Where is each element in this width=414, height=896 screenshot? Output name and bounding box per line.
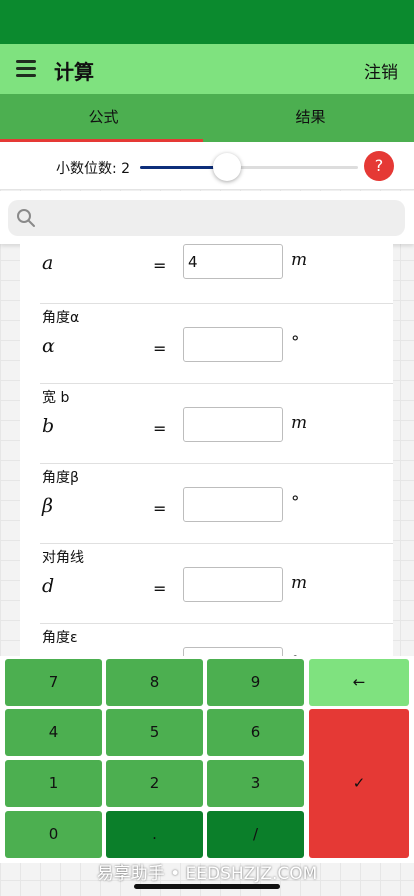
field-symbol: b bbox=[42, 415, 55, 437]
key-5[interactable]: 5 bbox=[106, 709, 203, 756]
numeric-keypad: 7 8 9 ← 4 5 6 1 2 3 0 . / ✓ bbox=[0, 656, 414, 863]
arrow-left-icon: ← bbox=[352, 673, 366, 691]
search-input[interactable] bbox=[44, 204, 394, 232]
key-9[interactable]: 9 bbox=[207, 659, 304, 706]
equals-sign: = bbox=[153, 499, 167, 518]
key-2[interactable]: 2 bbox=[106, 760, 203, 807]
key-3[interactable]: 3 bbox=[207, 760, 304, 807]
key-1[interactable]: 1 bbox=[5, 760, 102, 807]
search-box[interactable] bbox=[8, 200, 405, 236]
divider bbox=[40, 623, 393, 624]
field-symbol: d bbox=[42, 575, 55, 597]
field-label: 对角线 bbox=[42, 550, 84, 566]
equals-sign: = bbox=[153, 256, 167, 275]
page-title: 计算 bbox=[54, 60, 94, 84]
search-icon bbox=[17, 209, 35, 227]
field-beta: 角度β β = ° bbox=[20, 463, 393, 543]
watermark: 易享助手 • EEDSHZJZ.COM bbox=[96, 864, 318, 884]
key-8[interactable]: 8 bbox=[106, 659, 203, 706]
tab-bar: 公式 结果 bbox=[0, 94, 414, 142]
key-decimal-point[interactable]: . bbox=[106, 811, 203, 858]
key-divide[interactable]: / bbox=[207, 811, 304, 858]
equals-sign: = bbox=[153, 339, 167, 358]
key-7[interactable]: 7 bbox=[5, 659, 102, 706]
field-b: 宽 b b = m bbox=[20, 383, 393, 463]
field-alpha-input[interactable] bbox=[183, 327, 283, 362]
equals-sign: = bbox=[153, 419, 167, 438]
decimal-slider-thumb[interactable] bbox=[213, 153, 241, 181]
field-a-input[interactable] bbox=[183, 244, 283, 279]
field-d: 对角线 d = m bbox=[20, 543, 393, 623]
unit-label: m bbox=[291, 250, 308, 270]
key-6[interactable]: 6 bbox=[207, 709, 304, 756]
divider bbox=[40, 303, 393, 304]
checkmark-icon: ✓ bbox=[352, 774, 366, 792]
field-label: 角度α bbox=[42, 310, 80, 326]
unit-label: ° bbox=[291, 493, 300, 513]
field-symbol: β bbox=[42, 495, 53, 517]
field-symbol: a bbox=[42, 252, 54, 274]
app-bar: 计算 注销 bbox=[0, 44, 414, 94]
field-a: a = m bbox=[20, 244, 393, 300]
divider bbox=[40, 543, 393, 544]
field-epsilon-input[interactable] bbox=[183, 647, 283, 656]
logout-button[interactable]: 注销 bbox=[364, 58, 398, 83]
status-bar bbox=[0, 0, 414, 44]
tab-formula[interactable]: 公式 bbox=[0, 94, 207, 142]
formula-form: a = m 角度α α = ° 宽 b b = m 角度β β = ° 对角线 … bbox=[20, 244, 393, 656]
unit-label: ° bbox=[291, 333, 300, 353]
field-beta-input[interactable] bbox=[183, 487, 283, 522]
unit-label: m bbox=[291, 573, 308, 593]
tab-result[interactable]: 结果 bbox=[207, 94, 414, 142]
hamburger-menu-icon[interactable] bbox=[16, 60, 36, 78]
divider bbox=[40, 463, 393, 464]
help-button[interactable]: ? bbox=[364, 151, 394, 181]
backspace-key[interactable]: ← bbox=[309, 659, 409, 706]
key-0[interactable]: 0 bbox=[5, 811, 102, 858]
decimal-places-value: 2 bbox=[121, 161, 131, 177]
confirm-key[interactable]: ✓ bbox=[309, 709, 409, 858]
field-b-input[interactable] bbox=[183, 407, 283, 442]
field-label: 角度ε bbox=[42, 630, 78, 646]
field-epsilon: 角度ε ε = ° bbox=[20, 623, 393, 656]
field-label: 角度β bbox=[42, 470, 79, 486]
field-alpha: 角度α α = ° bbox=[20, 303, 393, 383]
home-indicator bbox=[134, 884, 280, 889]
equals-sign: = bbox=[153, 579, 167, 598]
decimal-places-label: 小数位数: 2 bbox=[56, 161, 131, 177]
field-d-input[interactable] bbox=[183, 567, 283, 602]
unit-label: m bbox=[291, 413, 308, 433]
search-area bbox=[0, 191, 414, 244]
field-symbol: α bbox=[42, 335, 55, 357]
key-4[interactable]: 4 bbox=[5, 709, 102, 756]
divider bbox=[40, 383, 393, 384]
field-label: 宽 b bbox=[42, 390, 70, 406]
